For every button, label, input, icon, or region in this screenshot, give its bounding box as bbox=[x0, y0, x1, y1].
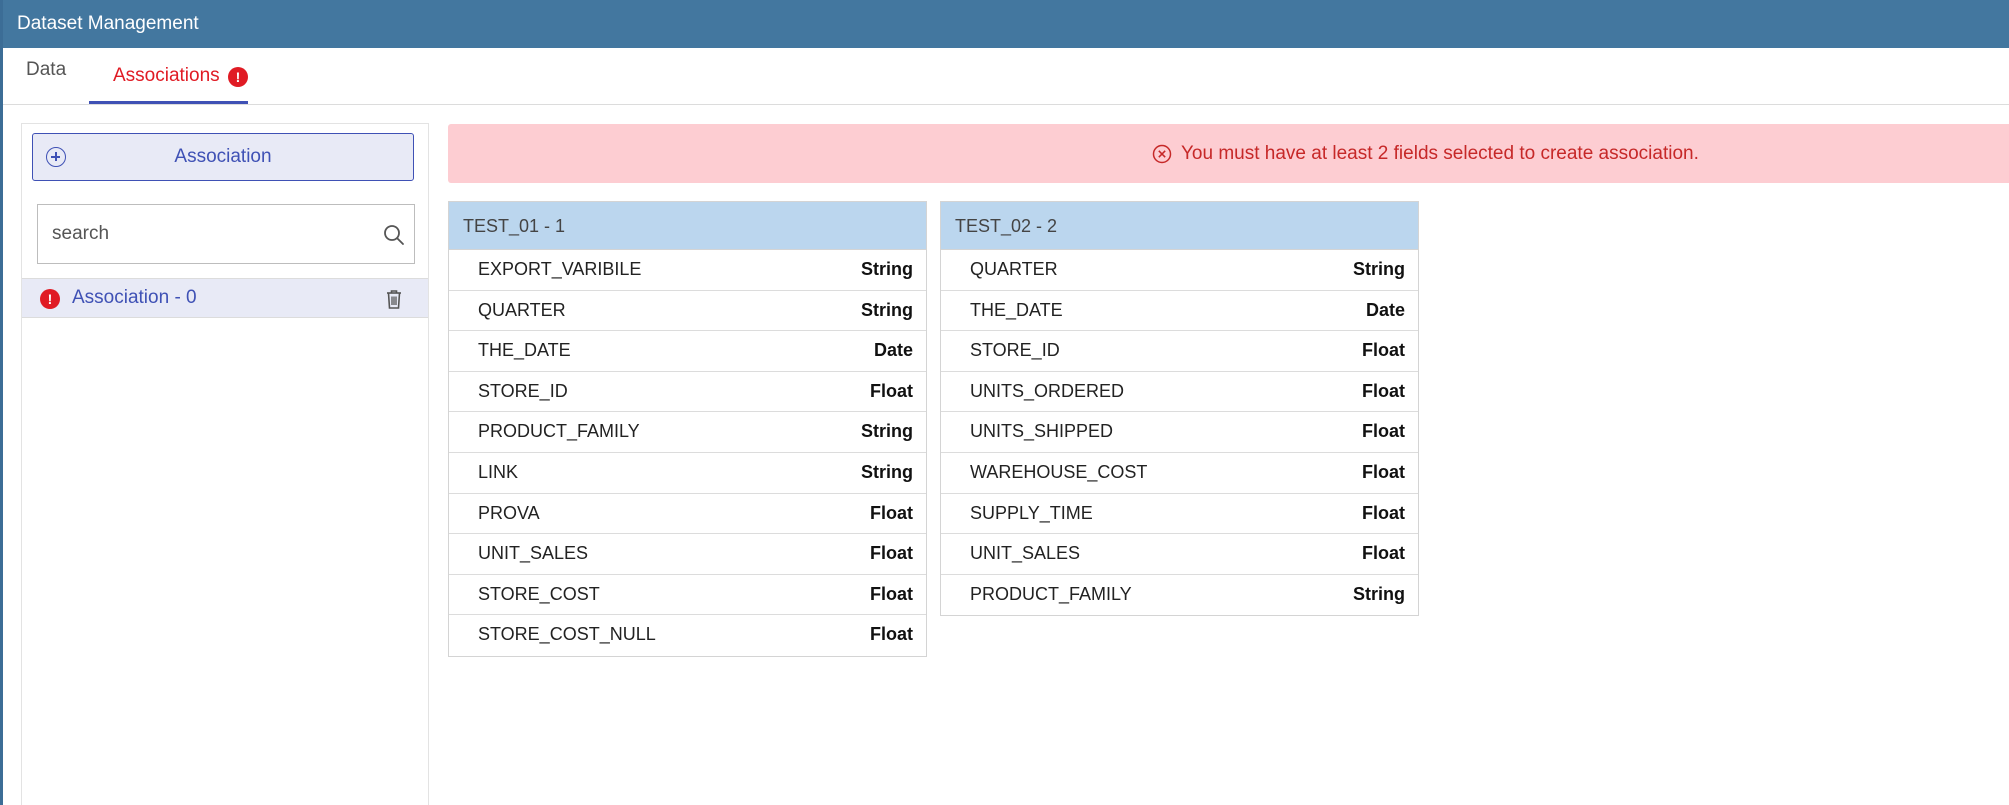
field-name: SUPPLY_TIME bbox=[970, 502, 1093, 523]
field-type: Float bbox=[870, 543, 913, 564]
error-icon: ! bbox=[40, 289, 60, 309]
field-type: Float bbox=[870, 583, 913, 604]
field-row[interactable]: THE_DATE Date bbox=[449, 331, 926, 372]
field-row[interactable]: SUPPLY_TIME Float bbox=[941, 494, 1418, 535]
field-row[interactable]: UNIT_SALES Float bbox=[941, 534, 1418, 575]
field-name: UNITS_ORDERED bbox=[970, 380, 1125, 401]
tab-associations-label: Associations bbox=[113, 65, 220, 86]
tab-associations[interactable]: Associations ! bbox=[89, 48, 248, 104]
field-name: PRODUCT_FAMILY bbox=[478, 421, 640, 442]
field-type: Date bbox=[873, 340, 913, 361]
field-name: STORE_COST_NULL bbox=[478, 624, 656, 645]
association-list-item[interactable]: ! Association - 0 bbox=[22, 278, 428, 318]
field-name: QUARTER bbox=[970, 259, 1058, 279]
field-type: Float bbox=[1362, 340, 1405, 361]
field-type: String bbox=[1353, 583, 1405, 604]
search-input[interactable] bbox=[38, 205, 368, 263]
field-row[interactable]: UNIT_SALES Float bbox=[449, 534, 926, 575]
field-type: Float bbox=[870, 502, 913, 523]
field-name: STORE_ID bbox=[478, 380, 568, 401]
field-name: PRODUCT_FAMILY bbox=[970, 583, 1132, 604]
field-type: Float bbox=[1362, 421, 1405, 442]
tab-error-badge: ! bbox=[228, 67, 248, 87]
field-name: UNITS_SHIPPED bbox=[970, 421, 1114, 442]
field-type: String bbox=[861, 259, 913, 279]
tab-bar: Data Associations ! bbox=[3, 48, 2009, 105]
tab-data[interactable]: Data bbox=[26, 48, 74, 104]
field-name: THE_DATE bbox=[970, 299, 1063, 320]
association-item-label: Association - 0 bbox=[72, 287, 197, 308]
field-row[interactable]: STORE_ID Float bbox=[941, 331, 1418, 372]
field-type: String bbox=[861, 421, 913, 442]
field-row[interactable]: THE_DATE Date bbox=[941, 291, 1418, 332]
associations-sidebar: Association ! Association - 0 bbox=[21, 123, 429, 805]
field-name: THE_DATE bbox=[478, 340, 571, 361]
field-name: QUARTER bbox=[478, 299, 566, 320]
field-type: Float bbox=[1362, 543, 1405, 564]
field-row[interactable]: QUARTER String bbox=[449, 291, 926, 332]
close-circle-icon bbox=[1152, 144, 1172, 164]
field-name: UNIT_SALES bbox=[970, 543, 1081, 564]
dataset-title: TEST_01 - 1 bbox=[449, 202, 926, 250]
field-row[interactable]: PRODUCT_FAMILY String bbox=[449, 412, 926, 453]
field-row[interactable]: PROVA Float bbox=[449, 494, 926, 535]
dataset-table: TEST_02 - 2 QUARTER String THE_DATE Date S… bbox=[940, 201, 1419, 617]
field-row[interactable]: STORE_COST_NULL Float bbox=[449, 615, 926, 656]
field-row[interactable]: PRODUCT_FAMILY String bbox=[941, 575, 1418, 616]
dataset-title: TEST_02 - 2 bbox=[941, 202, 1418, 250]
field-type: Float bbox=[870, 380, 913, 401]
dataset-table: TEST_01 - 1 EXPORT_VARIBILE String QUARTE… bbox=[448, 201, 927, 657]
field-type: String bbox=[861, 299, 913, 320]
alert-message: You must have at least 2 fields selected… bbox=[1181, 143, 1699, 164]
dataset-management-window: Dataset Management Data Associations ! A… bbox=[0, 0, 2009, 805]
field-row[interactable]: WAREHOUSE_COST Float bbox=[941, 453, 1418, 494]
field-row[interactable]: UNITS_SHIPPED Float bbox=[941, 412, 1418, 453]
field-name: STORE_ID bbox=[970, 340, 1060, 361]
field-type: String bbox=[861, 461, 913, 482]
field-row[interactable]: UNITS_ORDERED Float bbox=[941, 372, 1418, 413]
field-name: PROVA bbox=[478, 502, 540, 523]
search-icon[interactable] bbox=[383, 224, 405, 246]
window-title: Dataset Management bbox=[3, 0, 2009, 48]
error-alert: You must have at least 2 fields selected… bbox=[448, 124, 2009, 183]
field-type: Float bbox=[1362, 461, 1405, 482]
add-association-button[interactable]: Association bbox=[32, 133, 414, 181]
field-name: WAREHOUSE_COST bbox=[970, 461, 1148, 482]
plus-circle-icon bbox=[46, 147, 66, 167]
field-name: STORE_COST bbox=[478, 583, 600, 604]
field-name: LINK bbox=[478, 461, 519, 482]
field-row[interactable]: LINK String bbox=[449, 453, 926, 494]
field-row[interactable]: EXPORT_VARIBILE String bbox=[449, 250, 926, 291]
add-association-label: Association bbox=[174, 146, 272, 167]
field-type: Date bbox=[1365, 299, 1405, 320]
field-type: String bbox=[1353, 259, 1405, 279]
field-type: Float bbox=[870, 624, 913, 645]
field-row[interactable]: STORE_ID Float bbox=[449, 372, 926, 413]
field-type: Float bbox=[1362, 502, 1405, 523]
field-type: Float bbox=[1362, 380, 1405, 401]
field-row[interactable]: QUARTER String bbox=[941, 250, 1418, 291]
search-box bbox=[37, 204, 415, 264]
field-row[interactable]: STORE_COST Float bbox=[449, 575, 926, 616]
trash-icon[interactable] bbox=[384, 288, 404, 310]
field-name: EXPORT_VARIBILE bbox=[478, 259, 642, 279]
field-name: UNIT_SALES bbox=[478, 543, 589, 564]
